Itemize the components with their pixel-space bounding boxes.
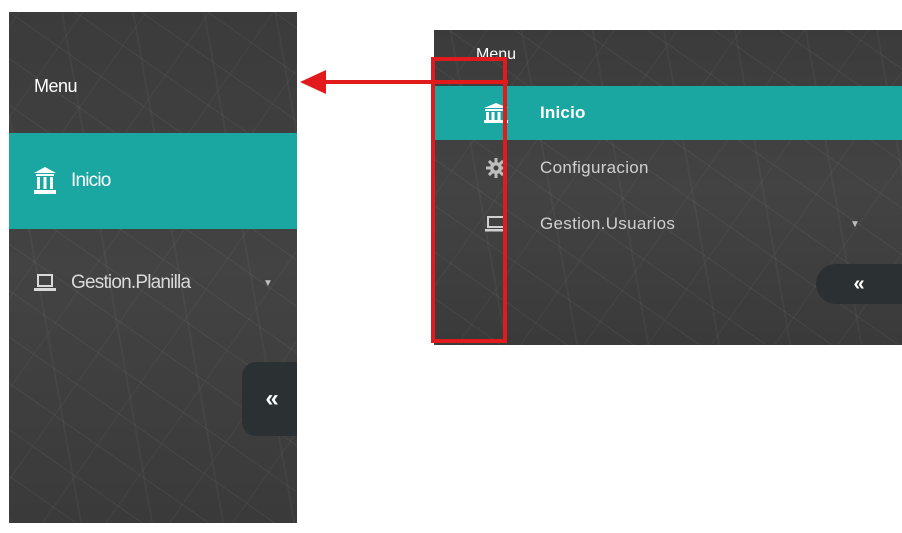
sidebar-item-gestion-planilla[interactable]: Gestion.Planilla ▼ [9,248,297,318]
collapse-sidebar-button[interactable]: « [816,264,902,304]
chevron-down-icon[interactable]: ▼ [263,278,273,289]
highlight-box [431,57,507,343]
sidebar-item-label: Configuracion [540,158,649,177]
sidebar-item-label: Gestion.Planilla [71,272,191,293]
laptop-icon [33,268,57,298]
chevron-down-icon[interactable]: ▼ [850,219,860,230]
sidebar-item-label: Inicio [71,170,111,191]
sidebar-item-inicio[interactable]: Inicio [9,133,297,229]
sidebar-item-label: Inicio [540,103,586,122]
collapse-sidebar-button[interactable]: « [242,362,297,436]
bank-icon [33,166,57,196]
menu-title: Menu [34,76,78,96]
left-sidebar-panel: Menu Inicio Gestion.Planilla ▼ « [9,12,297,523]
sidebar-item-label: Gestion.Usuarios [540,214,676,233]
